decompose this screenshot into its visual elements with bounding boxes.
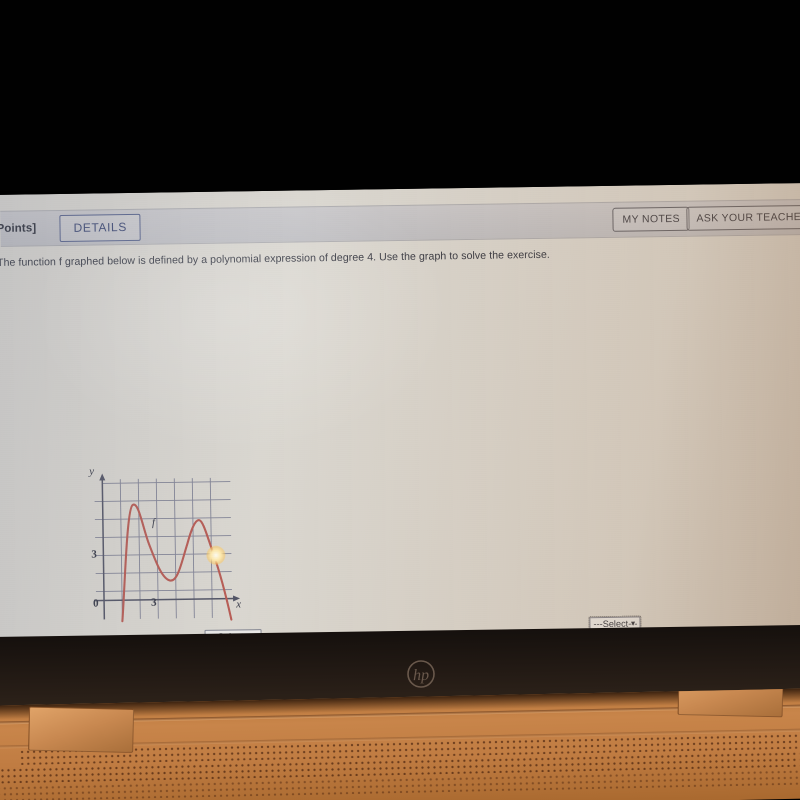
chevron-down-icon: ▼ [629,620,637,628]
question1-details-button[interactable]: DETAILS [59,213,142,243]
screen-panel: Points] DETAILS MY NOTES ASK YOUR TEACHE… [0,182,800,648]
hinge-cap-left [28,706,135,753]
question1-prompt: The function f graphed below is defined … [0,248,550,269]
dark-room-background [0,0,800,191]
laptop-screen: Points] DETAILS MY NOTES ASK YOUR TEACHE… [0,182,800,648]
origin-label: 0 [93,597,99,610]
y-axis-label: y [89,465,95,478]
photo-of-laptop-screen: Points] DETAILS MY NOTES ASK YOUR TEACHE… [0,0,800,800]
webassign-page: Points] DETAILS MY NOTES ASK YOUR TEACHE… [0,183,800,648]
laptop-chassis [0,688,800,800]
y-axis-arrow [99,473,106,481]
question1-points-label: Points] [0,222,37,235]
hp-logo-icon: hp [406,659,436,689]
hinge-cap-right [677,688,784,718]
question1-my-notes-button[interactable]: MY NOTES [612,206,691,232]
graph-svg [94,473,241,623]
question1-ask-your-teacher-button[interactable]: ASK YOUR TEACHER [686,204,800,231]
x-axis-label: x [236,598,242,611]
y-tick-label-3: 3 [91,548,97,561]
x-tick-label-3: 3 [151,596,157,609]
function-graph: y x 0 3 3 f [88,465,250,629]
curve-label-f: f [151,516,156,529]
svg-text:hp: hp [413,667,429,684]
